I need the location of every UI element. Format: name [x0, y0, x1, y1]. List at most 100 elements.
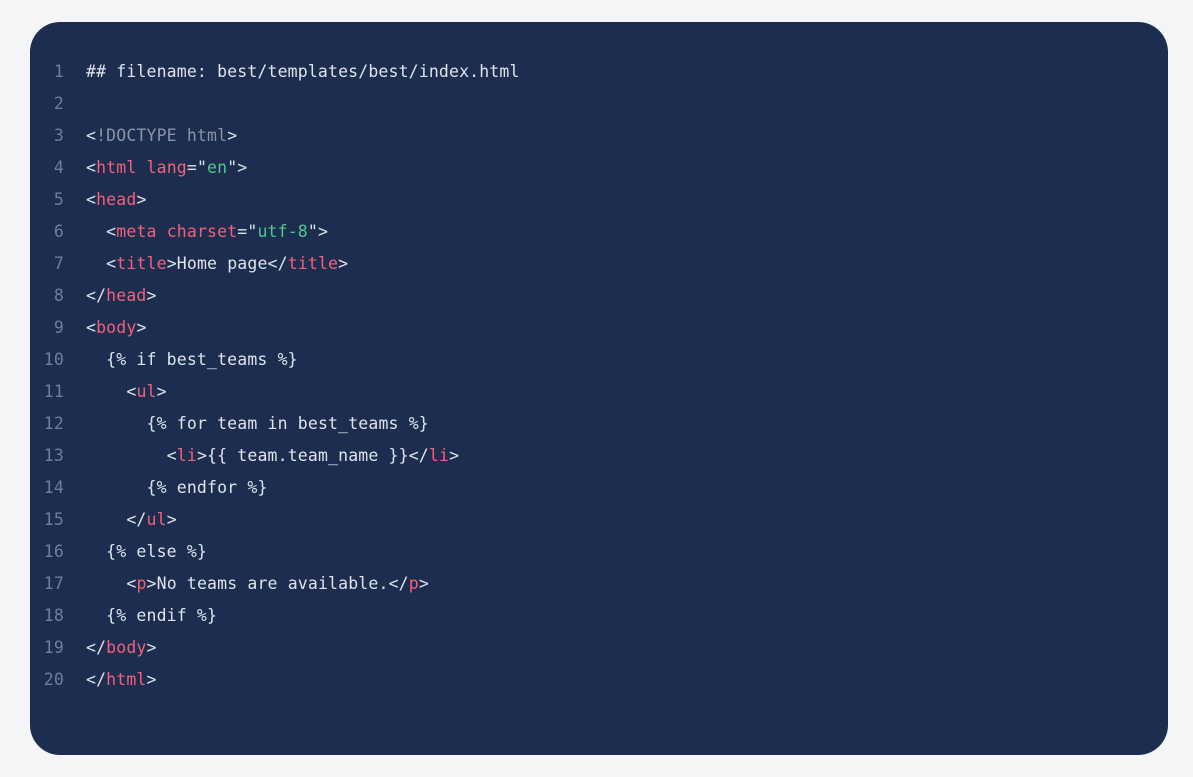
token-punct: <: [106, 222, 117, 241]
line-content[interactable]: </body>: [86, 632, 157, 664]
token-punct: >: [227, 126, 238, 145]
code-lines-container[interactable]: 1 ## filename: best/templates/best/index.…: [30, 56, 1168, 696]
code-line: 5 <head>: [30, 184, 1168, 216]
token-tag: p: [408, 574, 419, 593]
line-content[interactable]: <title>Home page</title>: [86, 248, 348, 280]
token-tag: title: [116, 254, 167, 273]
token-punct: <: [126, 382, 137, 401]
token-tag: ul: [136, 382, 157, 401]
token-text: No teams are available.: [156, 574, 389, 593]
token-tag: html: [106, 670, 147, 689]
token-attr: lang: [146, 158, 187, 177]
token-punct: </: [267, 254, 288, 273]
token-doctype: !DOCTYPE html: [96, 126, 228, 145]
line-content[interactable]: <!DOCTYPE html>: [86, 120, 237, 152]
token-tag: body: [96, 318, 137, 337]
token-punct: <: [86, 318, 97, 337]
token-punct: <: [126, 574, 137, 593]
token-tag: p: [136, 574, 147, 593]
code-line: 8 </head>: [30, 280, 1168, 312]
token-punct: =": [237, 222, 258, 241]
line-content[interactable]: ## filename: best/templates/best/index.h…: [86, 56, 520, 88]
token-jinja: {% for team in best_teams %}: [146, 414, 429, 433]
token-string: utf-8: [257, 222, 308, 241]
code-line: 1 ## filename: best/templates/best/index.…: [30, 56, 1168, 88]
code-line: 20 </html>: [30, 664, 1168, 696]
line-content[interactable]: {% for team in best_teams %}: [86, 408, 429, 440]
line-number: 12: [43, 414, 64, 433]
token-punct: <: [86, 158, 97, 177]
line-content[interactable]: {% if best_teams %}: [86, 344, 298, 376]
line-number: 2: [53, 94, 64, 113]
line-number: 20: [43, 670, 64, 689]
token-jinja: {% endfor %}: [146, 478, 268, 497]
token-punct: ">: [307, 222, 329, 241]
line-number: 3: [53, 126, 64, 145]
token-comment: ## filename: best/templates/best/index.h…: [86, 62, 520, 81]
line-content[interactable]: <body>: [86, 312, 147, 344]
line-number: 13: [43, 446, 64, 465]
token-tag: body: [106, 638, 147, 657]
token-punct: >: [196, 446, 208, 465]
line-content[interactable]: <html lang="en">: [86, 152, 247, 184]
token-punct: >: [449, 446, 460, 465]
line-number: 17: [43, 574, 64, 593]
token-string: en: [207, 158, 228, 177]
token-jinja: {% else %}: [106, 542, 208, 561]
line-content[interactable]: <head>: [86, 184, 147, 216]
token-punct: >: [136, 190, 147, 209]
code-line: 13 <li>{{ team.team_name }}</li>: [30, 440, 1168, 472]
line-number: 11: [43, 382, 64, 401]
code-line: 4 <html lang="en">: [30, 152, 1168, 184]
line-content[interactable]: </ul>: [86, 504, 177, 536]
code-line: 18 {% endif %}: [30, 600, 1168, 632]
token-punct: </: [126, 510, 147, 529]
token-tag: meta: [116, 222, 157, 241]
line-number: 5: [53, 190, 64, 209]
line-number: 1: [53, 62, 64, 81]
token-jinja: {% endif %}: [106, 606, 218, 625]
line-content[interactable]: <p>No teams are available.</p>: [86, 568, 429, 600]
line-content[interactable]: {% else %}: [86, 536, 207, 568]
code-line: 3 <!DOCTYPE html>: [30, 120, 1168, 152]
line-number: 8: [53, 286, 64, 305]
line-number: 15: [43, 510, 64, 529]
line-content[interactable]: {% endfor %}: [86, 472, 268, 504]
token-punct: <: [86, 126, 97, 145]
line-content[interactable]: <ul>: [86, 376, 167, 408]
token-punct: >: [136, 318, 147, 337]
token-tag: title: [287, 254, 339, 273]
line-content[interactable]: {% endif %}: [86, 600, 217, 632]
token-punct: </: [86, 670, 107, 689]
token-punct: >: [146, 574, 157, 593]
line-content[interactable]: <meta charset="utf-8">: [86, 216, 328, 248]
line-number: 19: [43, 638, 64, 657]
code-line: 19 </body>: [30, 632, 1168, 664]
token-tag: li: [176, 446, 197, 465]
line-content[interactable]: </head>: [86, 280, 157, 312]
token-punct: </: [388, 574, 409, 593]
code-line: 12 {% for team in best_teams %}: [30, 408, 1168, 440]
line-content[interactable]: </html>: [86, 664, 157, 696]
line-number: 6: [53, 222, 64, 241]
token-punct: >: [146, 670, 157, 689]
line-number: 10: [43, 350, 64, 369]
token-punct: <: [86, 190, 97, 209]
token-tag: ul: [146, 510, 167, 529]
code-line: 11 <ul>: [30, 376, 1168, 408]
line-content[interactable]: <li>{{ team.team_name }}</li>: [86, 440, 459, 472]
code-line: 2: [30, 88, 1168, 120]
token-punct: >: [146, 286, 157, 305]
code-line: 15 </ul>: [30, 504, 1168, 536]
line-number: 7: [53, 254, 64, 273]
